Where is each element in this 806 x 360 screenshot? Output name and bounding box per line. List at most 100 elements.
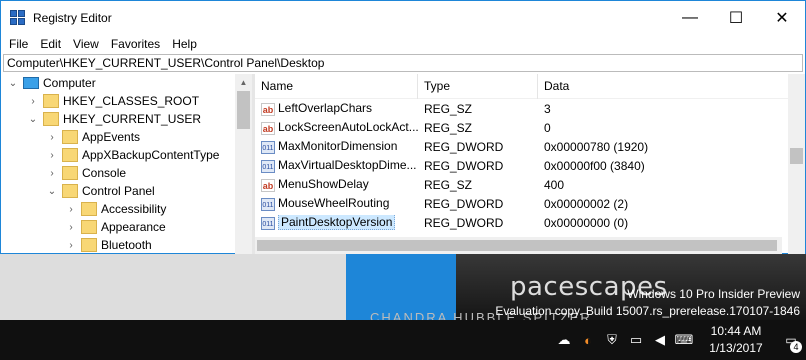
- tree-item-hkey-classes-root[interactable]: › HKEY_CLASSES_ROOT: [1, 92, 252, 110]
- value-data: 0x00000f00 (3840): [544, 158, 645, 173]
- expand-icon[interactable]: ›: [65, 204, 77, 215]
- list-row[interactable]: ab LeftOverlapChars REG_SZ 3: [255, 99, 805, 118]
- keyboard-icon[interactable]: ⌨: [672, 320, 696, 360]
- column-header-type[interactable]: Type: [418, 74, 538, 99]
- collapse-icon[interactable]: ⌄: [7, 78, 19, 89]
- system-tray: ☁ ◐ ⛨ ▭ ◀ ⌨ 10:44 AM 1/13/2017 ▭ 4: [552, 320, 806, 360]
- list-header: Name Type Data: [255, 74, 805, 99]
- dword-value-icon: 011: [261, 140, 275, 154]
- value-type: REG_SZ: [424, 177, 473, 192]
- list-row[interactable]: ab MenuShowDelay REG_SZ 400: [255, 175, 805, 194]
- collapse-icon[interactable]: ⌄: [27, 114, 39, 125]
- folder-icon: [43, 112, 59, 126]
- value-type: REG_DWORD: [424, 139, 504, 154]
- value-data: 0x00000000 (0): [544, 215, 629, 230]
- tree-scrollbar[interactable]: ▲: [235, 74, 252, 254]
- menu-favorites[interactable]: Favorites: [105, 37, 166, 51]
- scroll-up-icon[interactable]: ▲: [235, 74, 252, 91]
- value-data: 0x00000780 (1920): [544, 139, 649, 154]
- computer-icon: [23, 77, 39, 89]
- minimize-button[interactable]: —: [667, 1, 713, 35]
- folder-icon: [62, 184, 78, 198]
- tree-item-appxbackupcontenttype[interactable]: › AppXBackupContentType: [1, 146, 252, 164]
- values-horizontal-scrollbar[interactable]: [255, 237, 782, 254]
- clock[interactable]: 10:44 AM 1/13/2017: [696, 323, 776, 357]
- value-data: 0: [544, 120, 551, 135]
- clock-date: 1/13/2017: [709, 341, 763, 355]
- tree-item-label: Accessibility: [101, 202, 167, 216]
- tree-item-accessibility[interactable]: › Accessibility: [1, 200, 252, 218]
- value-type: REG_SZ: [424, 120, 473, 135]
- key-tree: ⌄ Computer › HKEY_CLASSES_ROOT ⌄ HKEY_CU…: [1, 74, 255, 254]
- column-header-data[interactable]: Data: [538, 74, 805, 99]
- column-header-name[interactable]: Name: [255, 74, 418, 99]
- value-name: MaxMonitorDimension: [278, 139, 398, 154]
- tree-item-hkey-current-user[interactable]: ⌄ HKEY_CURRENT_USER: [1, 110, 252, 128]
- close-button[interactable]: ✕: [759, 1, 805, 35]
- volume-icon[interactable]: ◀: [648, 320, 672, 360]
- registry-editor-window: Registry Editor — ☐ ✕ File Edit View Fav…: [0, 0, 806, 254]
- folder-icon: [81, 202, 97, 216]
- tree-item-control-panel[interactable]: ⌄ Control Panel: [1, 182, 252, 200]
- expand-icon[interactable]: ›: [46, 168, 58, 179]
- expand-icon[interactable]: ›: [65, 222, 77, 233]
- tree-item-label: Control Panel: [82, 184, 155, 198]
- horizontal-scroll-thumb[interactable]: [257, 240, 777, 251]
- dword-value-icon: 011: [261, 197, 275, 211]
- maximize-button[interactable]: ☐: [713, 1, 759, 35]
- address-bar[interactable]: Computer\HKEY_CURRENT_USER\Control Panel…: [3, 54, 803, 72]
- tree-item-label: Console: [82, 166, 127, 180]
- menu-file[interactable]: File: [3, 37, 34, 51]
- tree-item-appearance[interactable]: › Appearance: [1, 218, 252, 236]
- tree-item-console[interactable]: › Console: [1, 164, 252, 182]
- value-name: MenuShowDelay: [278, 177, 369, 192]
- list-row[interactable]: 011 MaxMonitorDimension REG_DWORD 0x00000…: [255, 137, 805, 156]
- dword-value-icon: 011: [261, 159, 275, 173]
- value-data: 0x00000002 (2): [544, 196, 629, 211]
- tree-item-label: HKEY_CURRENT_USER: [63, 112, 202, 126]
- string-value-icon: ab: [261, 121, 275, 135]
- expand-icon[interactable]: ›: [46, 132, 58, 143]
- registry-editor-icon: [10, 10, 26, 26]
- folder-icon: [43, 94, 59, 108]
- tree-scroll-thumb[interactable]: [237, 91, 250, 129]
- tree-item-label: AppXBackupContentType: [82, 148, 220, 162]
- value-data: 400: [544, 177, 565, 192]
- expand-icon[interactable]: ›: [46, 150, 58, 161]
- values-list: Name Type Data ab LeftOverlapChars REG_SZ…: [255, 74, 805, 254]
- tree-item-appevents[interactable]: › AppEvents: [1, 128, 252, 146]
- editor-panes: ⌄ Computer › HKEY_CLASSES_ROOT ⌄ HKEY_CU…: [1, 74, 805, 254]
- value-name: MouseWheelRouting: [278, 196, 390, 211]
- expand-icon[interactable]: ›: [65, 240, 77, 251]
- list-row[interactable]: ab LockScreenAutoLockAct... REG_SZ 0: [255, 118, 805, 137]
- menu-edit[interactable]: Edit: [34, 37, 67, 51]
- expand-icon[interactable]: ›: [27, 96, 39, 107]
- evaluation-watermark: Windows 10 Pro Insider Preview Evaluatio…: [495, 286, 800, 320]
- values-scrollbar[interactable]: [788, 74, 805, 254]
- list-row[interactable]: 011 MouseWheelRouting REG_DWORD 0x0000000…: [255, 194, 805, 213]
- list-row-selected[interactable]: 011 PaintDesktopVersion REG_DWORD 0x00000…: [255, 213, 805, 232]
- tree-item-bluetooth[interactable]: › Bluetooth: [1, 236, 252, 254]
- tree-item-computer[interactable]: ⌄ Computer: [1, 74, 252, 92]
- onedrive-icon[interactable]: ☁: [552, 320, 576, 360]
- app-icon[interactable]: ◐: [576, 320, 600, 360]
- folder-icon: [62, 130, 78, 144]
- folder-icon: [81, 220, 97, 234]
- watermark-line-2: Evaluation copy. Build 15007.rs_prerelea…: [495, 304, 800, 318]
- menu-bar: File Edit View Favorites Help: [1, 35, 805, 53]
- defender-icon[interactable]: ⛨: [600, 320, 624, 360]
- list-row[interactable]: 011 MaxVirtualDesktopDime... REG_DWORD 0x…: [255, 156, 805, 175]
- value-name: MaxVirtualDesktopDime...: [278, 158, 417, 173]
- menu-help[interactable]: Help: [166, 37, 203, 51]
- menu-view[interactable]: View: [67, 37, 105, 51]
- title-bar[interactable]: Registry Editor — ☐ ✕: [1, 1, 805, 35]
- action-center-button[interactable]: ▭ 4: [776, 320, 806, 360]
- watermark-line-1: Windows 10 Pro Insider Preview: [627, 287, 800, 301]
- folder-icon: [81, 238, 97, 252]
- tree-item-label: Appearance: [101, 220, 166, 234]
- network-icon[interactable]: ▭: [624, 320, 648, 360]
- folder-icon: [62, 148, 78, 162]
- collapse-icon[interactable]: ⌄: [46, 186, 58, 197]
- values-scroll-thumb[interactable]: [790, 148, 803, 164]
- value-type: REG_DWORD: [424, 215, 504, 230]
